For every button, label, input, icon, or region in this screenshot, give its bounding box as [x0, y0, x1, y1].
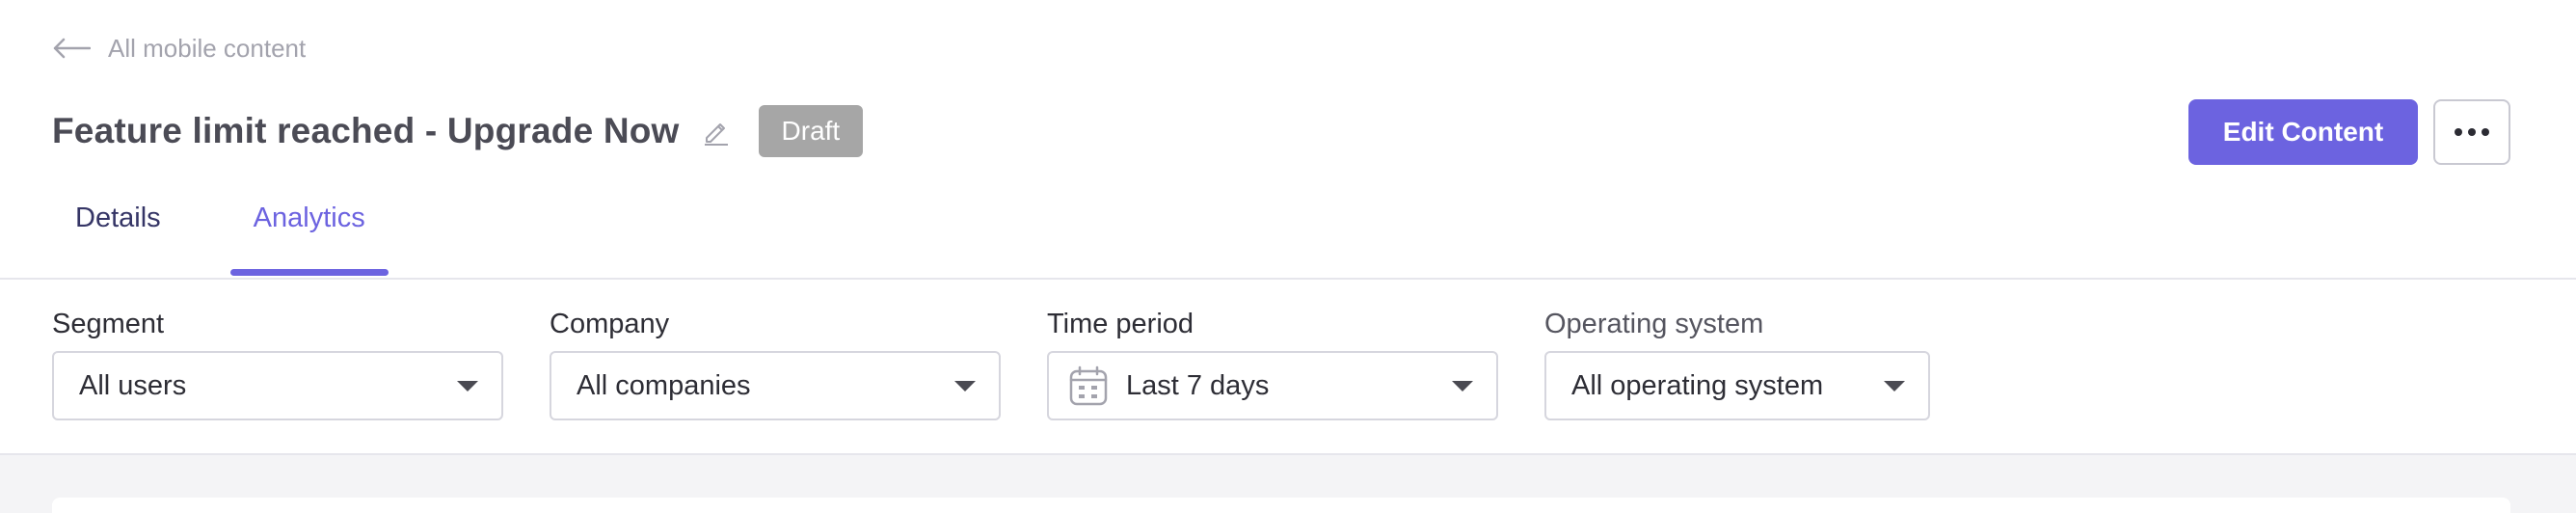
segment-filter: Segment All users — [52, 307, 503, 420]
time-period-filter: Time period Last 7 days — [1047, 307, 1498, 420]
pencil-icon[interactable] — [701, 117, 730, 146]
company-select[interactable]: All companies — [550, 351, 1001, 420]
title-row: Feature limit reached - Upgrade Now Draf… — [52, 104, 864, 158]
operating-system-label: Operating system — [1544, 309, 1764, 339]
page-title: Feature limit reached - Upgrade Now — [52, 111, 680, 150]
back-link-label: All mobile content — [108, 33, 307, 63]
chevron-down-icon — [1452, 380, 1473, 392]
company-label: Company — [550, 309, 670, 339]
status-badge: Draft — [758, 105, 864, 157]
back-link[interactable]: All mobile content — [52, 29, 306, 68]
tab-bar: Details Analytics — [52, 193, 389, 278]
time-period-select[interactable]: Last 7 days — [1047, 351, 1498, 420]
chevron-down-icon — [457, 380, 478, 392]
edit-content-button[interactable]: Edit Content — [2188, 99, 2418, 165]
time-period-label: Time period — [1047, 309, 1194, 339]
segment-value: All users — [79, 369, 187, 401]
tab-analytics[interactable]: Analytics — [229, 193, 389, 278]
operating-system-filter: Operating system All operating system — [1544, 307, 1930, 420]
operating-system-value: All operating system — [1571, 369, 1824, 401]
segment-select[interactable]: All users — [52, 351, 503, 420]
tab-details[interactable]: Details — [52, 193, 184, 278]
arrow-left-icon — [52, 38, 91, 59]
time-period-value: Last 7 days — [1126, 369, 1270, 401]
company-value: All companies — [577, 369, 751, 401]
header: All mobile content Feature limit reached… — [0, 0, 2576, 280]
filters-bar: Segment All users Company All companies … — [0, 280, 2576, 455]
company-filter: Company All companies — [550, 307, 1001, 420]
chevron-down-icon — [954, 380, 976, 392]
more-button[interactable] — [2433, 99, 2510, 165]
analytics-card — [52, 498, 2510, 513]
calendar-icon — [1068, 364, 1109, 407]
more-horizontal-icon — [2455, 128, 2462, 136]
chevron-down-icon — [1884, 380, 1905, 392]
segment-label: Segment — [52, 309, 165, 339]
page: All mobile content Feature limit reached… — [0, 0, 2576, 513]
operating-system-select[interactable]: All operating system — [1544, 351, 1930, 420]
